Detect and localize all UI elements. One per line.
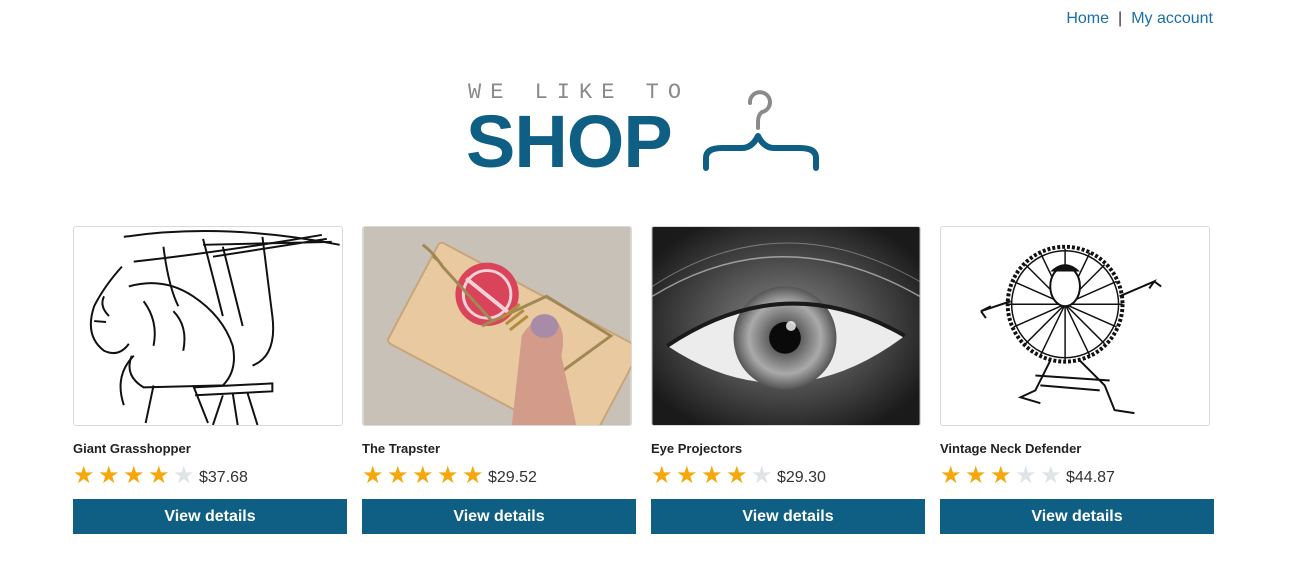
star-icon: ★ <box>726 462 748 489</box>
product-card: Vintage Neck Defender ★ ★ ★ ★ ★ $44.87 V… <box>940 226 1214 534</box>
product-price: $37.68 <box>199 469 248 486</box>
star-icon: ★ <box>362 462 384 489</box>
logo-wordmark: SHOP <box>466 100 673 183</box>
ruff-collar-illustration <box>941 227 1209 425</box>
product-rating-row: ★ ★ ★ ★ ★ $44.87 <box>940 463 1214 489</box>
star-icon: ★ <box>73 462 95 489</box>
product-price: $44.87 <box>1066 469 1115 486</box>
star-icon: ★ <box>412 462 434 489</box>
view-details-button[interactable]: View details <box>940 499 1214 534</box>
star-icon: ★ <box>148 462 170 489</box>
star-rating: ★ ★ ★ ★ ★ <box>940 464 1065 488</box>
product-image-eye-projectors[interactable] <box>651 226 921 426</box>
mousetrap-photo <box>363 227 631 425</box>
star-icon: ★ <box>123 462 145 489</box>
product-name[interactable]: The Trapster <box>362 441 636 457</box>
site-logo[interactable]: WE LIKE TO SHOP <box>466 78 826 182</box>
star-empty-icon: ★ <box>1015 462 1037 489</box>
star-icon: ★ <box>676 462 698 489</box>
product-name[interactable]: Eye Projectors <box>651 441 925 457</box>
star-icon: ★ <box>98 462 120 489</box>
star-icon: ★ <box>701 462 723 489</box>
star-empty-icon: ★ <box>1040 462 1062 489</box>
star-icon: ★ <box>387 462 409 489</box>
star-rating: ★ ★ ★ ★ ★ <box>651 464 776 488</box>
star-empty-icon: ★ <box>173 462 195 489</box>
product-rating-row: ★ ★ ★ ★ ★ $37.68 <box>73 463 347 489</box>
product-rating-row: ★ ★ ★ ★ ★ $29.52 <box>362 463 636 489</box>
product-price: $29.30 <box>777 469 826 486</box>
star-icon: ★ <box>965 462 987 489</box>
star-icon: ★ <box>990 462 1012 489</box>
hanger-icon <box>703 90 819 171</box>
grasshopper-illustration <box>74 227 342 425</box>
product-rating-row: ★ ★ ★ ★ ★ $29.30 <box>651 463 925 489</box>
view-details-button[interactable]: View details <box>73 499 347 534</box>
product-price: $29.52 <box>488 469 537 486</box>
product-image-neck-defender[interactable] <box>940 226 1210 426</box>
product-card: The Trapster ★ ★ ★ ★ ★ $29.52 View detai… <box>362 226 636 534</box>
eye-photo <box>652 227 920 425</box>
product-image-trapster[interactable] <box>362 226 632 426</box>
product-grid: Giant Grasshopper ★ ★ ★ ★ ★ $37.68 View … <box>73 226 1214 534</box>
top-nav: Home | My account <box>1066 10 1213 28</box>
view-details-button[interactable]: View details <box>362 499 636 534</box>
product-name[interactable]: Giant Grasshopper <box>73 441 347 457</box>
product-name[interactable]: Vintage Neck Defender <box>940 441 1214 457</box>
star-rating: ★ ★ ★ ★ ★ <box>362 464 487 488</box>
product-image-grasshopper[interactable] <box>73 226 343 426</box>
product-card: Giant Grasshopper ★ ★ ★ ★ ★ $37.68 View … <box>73 226 347 534</box>
star-icon: ★ <box>940 462 962 489</box>
my-account-link[interactable]: My account <box>1131 10 1213 28</box>
product-card: Eye Projectors ★ ★ ★ ★ ★ $29.30 View det… <box>651 226 925 534</box>
view-details-button[interactable]: View details <box>651 499 925 534</box>
nav-separator: | <box>1118 10 1123 27</box>
home-link[interactable]: Home <box>1066 10 1109 28</box>
star-icon: ★ <box>651 462 673 489</box>
star-empty-icon: ★ <box>751 462 773 489</box>
star-rating: ★ ★ ★ ★ ★ <box>73 464 198 488</box>
star-icon: ★ <box>462 462 484 489</box>
star-icon: ★ <box>437 462 459 489</box>
